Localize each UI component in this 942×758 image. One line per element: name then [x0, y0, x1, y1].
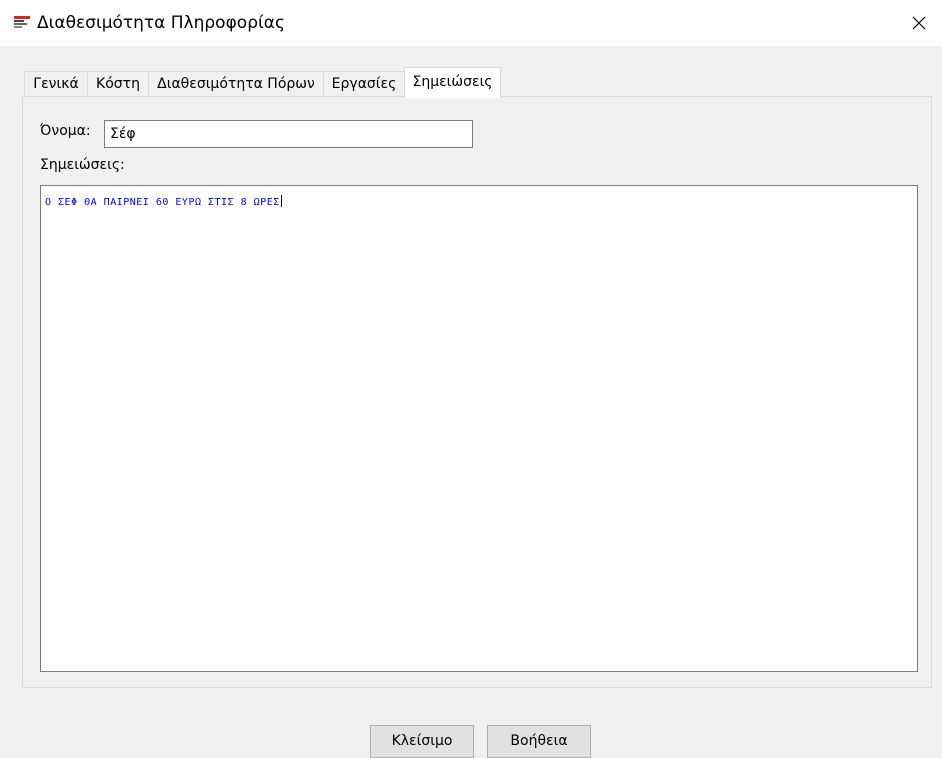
notes-label: Σημειώσεις:	[40, 157, 125, 173]
close-window-button[interactable]	[896, 0, 942, 46]
tab-resource-availability[interactable]: Διαθεσιμότητα Πόρων	[148, 71, 324, 97]
notes-textarea[interactable]: Ο ΣΕΦ ΘΑ ΠΑΙΡΝΕΙ 60 ΕΥΡΩ ΣΤΙΣ 8 ΩΡΕΣ	[40, 185, 918, 672]
close-icon	[912, 16, 926, 30]
tab-general[interactable]: Γενικά	[24, 71, 88, 97]
text-caret	[280, 195, 282, 207]
app-logo-icon	[14, 16, 30, 28]
tab-notes[interactable]: Σημειώσεις	[404, 67, 501, 98]
notes-text: Ο ΣΕΦ ΘΑ ΠΑΙΡΝΕΙ 60 ΕΥΡΩ ΣΤΙΣ 8 ΩΡΕΣ	[45, 197, 280, 208]
dialog-window: Διαθεσιμότητα Πληροφορίας Γενικά Κόστη Δ…	[0, 0, 942, 758]
name-label: Όνομα:	[40, 123, 91, 139]
close-button[interactable]: Κλείσιμο	[370, 725, 474, 758]
help-button[interactable]: Βοήθεια	[487, 725, 591, 758]
tab-costs[interactable]: Κόστη	[87, 71, 149, 97]
tab-tasks[interactable]: Εργασίες	[323, 71, 405, 97]
window-title: Διαθεσιμότητα Πληροφορίας	[37, 13, 285, 33]
title-bar: Διαθεσιμότητα Πληροφορίας	[0, 0, 942, 46]
name-input[interactable]: Σέφ	[104, 120, 473, 148]
